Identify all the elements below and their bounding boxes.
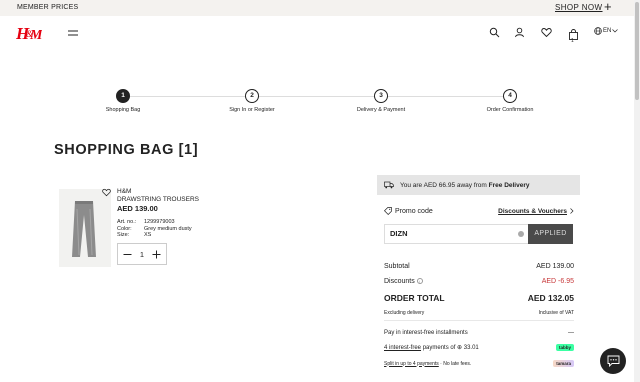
increase-quantity-button[interactable] bbox=[152, 250, 161, 259]
delivery-message: You are AED 66.95 away from bbox=[400, 181, 487, 189]
page-title: SHOPPING BAG [1] bbox=[54, 142, 199, 158]
tabby-link[interactable]: 4 interest-free bbox=[384, 345, 421, 351]
cart-count-badge: 1 bbox=[571, 38, 574, 44]
subtotal-label: Subtotal bbox=[384, 263, 410, 270]
free-delivery-banner: You are AED 66.95 away from Free Deliver… bbox=[377, 175, 580, 195]
art-no-value: 1299979003 bbox=[144, 219, 175, 225]
tax-note-row: Excluding delivery Inclusive of VAT bbox=[384, 310, 574, 316]
step-sign-in: 2 Sign In or Register bbox=[202, 89, 302, 113]
applied-button[interactable]: APPLIED bbox=[528, 224, 573, 244]
language-label: EN bbox=[603, 28, 612, 34]
search-icon[interactable] bbox=[489, 27, 500, 38]
promo-code-row: Promo code Discounts & Vouchers bbox=[384, 207, 574, 215]
tamara-link[interactable]: Split in up to 4 payments bbox=[384, 361, 439, 367]
order-total-value: AED 132.05 bbox=[527, 293, 574, 303]
step-label: Delivery & Payment bbox=[356, 107, 406, 113]
scrollbar[interactable] bbox=[634, 0, 640, 382]
excluding-delivery-text: Excluding delivery bbox=[384, 310, 425, 316]
promo-code-value: DIZN bbox=[390, 229, 408, 238]
product-brand: H&M bbox=[117, 188, 132, 195]
quantity-value: 1 bbox=[139, 249, 145, 259]
discounts-row: Discounts i AED -6.95 bbox=[384, 278, 574, 285]
chat-button[interactable] bbox=[600, 348, 626, 374]
installments-label: Pay in interest-free installments bbox=[384, 330, 468, 336]
size-value: XS bbox=[144, 232, 152, 238]
order-total-row: ORDER TOTAL AED 132.05 bbox=[384, 293, 574, 303]
chevron-down-icon bbox=[612, 29, 619, 33]
expand-banner-button[interactable]: + bbox=[604, 0, 612, 14]
installments-header[interactable]: Pay in interest-free installments — bbox=[384, 330, 574, 336]
step-delivery-payment: 3 Delivery & Payment bbox=[331, 89, 431, 113]
free-delivery-text: Free Delivery bbox=[488, 181, 530, 189]
step-order-confirmation: 4 Order Confirmation bbox=[460, 89, 560, 113]
favorites-heart-icon[interactable] bbox=[541, 27, 552, 38]
tag-icon bbox=[384, 207, 392, 215]
product-image[interactable] bbox=[59, 189, 111, 267]
favorite-heart-icon[interactable] bbox=[102, 188, 111, 197]
collapse-toggle[interactable]: — bbox=[568, 330, 574, 336]
tabby-logo: tabby bbox=[555, 344, 574, 351]
hm-logo[interactable]: H & M bbox=[16, 23, 42, 43]
hamburger-menu-icon[interactable] bbox=[68, 29, 78, 37]
divider bbox=[384, 320, 574, 321]
step-number: 4 bbox=[503, 89, 517, 103]
order-total-label: ORDER TOTAL bbox=[384, 293, 445, 303]
delivery-truck-icon bbox=[384, 181, 394, 189]
discounts-value: AED -6.95 bbox=[541, 278, 574, 285]
tamara-logo: tamara bbox=[553, 360, 574, 367]
chat-icon bbox=[607, 355, 619, 367]
step-number: 3 bbox=[374, 89, 388, 103]
tamara-text: · No late fees. bbox=[440, 360, 472, 367]
quantity-stepper: 1 bbox=[117, 243, 167, 265]
subtotal-row: Subtotal AED 139.00 bbox=[384, 263, 574, 270]
globe-icon bbox=[594, 27, 602, 35]
checkout-progress-line bbox=[123, 96, 510, 97]
product-attributes: Art. no.: 1299979003 Color: Grey medium du… bbox=[117, 219, 192, 239]
scrollbar-thumb[interactable] bbox=[635, 2, 639, 100]
decrease-quantity-button[interactable] bbox=[123, 250, 132, 259]
svg-text:M: M bbox=[29, 28, 42, 43]
discounts-label: Discounts bbox=[384, 278, 415, 285]
step-shopping-bag: 1 Shopping Bag bbox=[73, 89, 173, 113]
product-price: AED 139.00 bbox=[117, 204, 158, 213]
tabby-text: payments of ⊕ 33.01 bbox=[422, 345, 479, 351]
size-label: Size: bbox=[117, 232, 130, 238]
subtotal-value: AED 139.00 bbox=[536, 263, 574, 270]
promo-code-input[interactable]: DIZN bbox=[384, 224, 529, 244]
inclusive-vat-text: Inclusive of VAT bbox=[538, 310, 574, 316]
member-prices-text: MEMBER PRICES bbox=[17, 4, 79, 11]
info-icon[interactable]: i bbox=[416, 278, 423, 285]
step-label: Sign In or Register bbox=[229, 107, 275, 113]
chevron-right-icon bbox=[570, 208, 574, 214]
tamara-row: Split in up to 4 payments · No late fees… bbox=[384, 360, 574, 367]
step-label: Shopping Bag bbox=[105, 107, 141, 113]
color-value: Grey medium dusty bbox=[144, 225, 192, 232]
language-selector[interactable]: EN bbox=[594, 27, 619, 35]
top-banner: MEMBER PRICES SHOP NOW + bbox=[0, 0, 640, 16]
promo-code-label: Promo code bbox=[395, 207, 433, 215]
step-label: Order Confirmation bbox=[486, 107, 534, 113]
product-name[interactable]: DRAWSTRING TROUSERS bbox=[117, 196, 199, 203]
shop-now-link[interactable]: SHOP NOW bbox=[555, 3, 603, 12]
discounts-vouchers-link[interactable]: Discounts & Vouchers bbox=[498, 208, 567, 215]
clear-promo-icon[interactable] bbox=[518, 231, 524, 237]
tabby-row: 4 interest-free payments of ⊕ 33.01 tabb… bbox=[384, 344, 574, 351]
step-number: 1 bbox=[116, 89, 130, 103]
account-icon[interactable] bbox=[514, 27, 525, 38]
step-number: 2 bbox=[245, 89, 259, 103]
